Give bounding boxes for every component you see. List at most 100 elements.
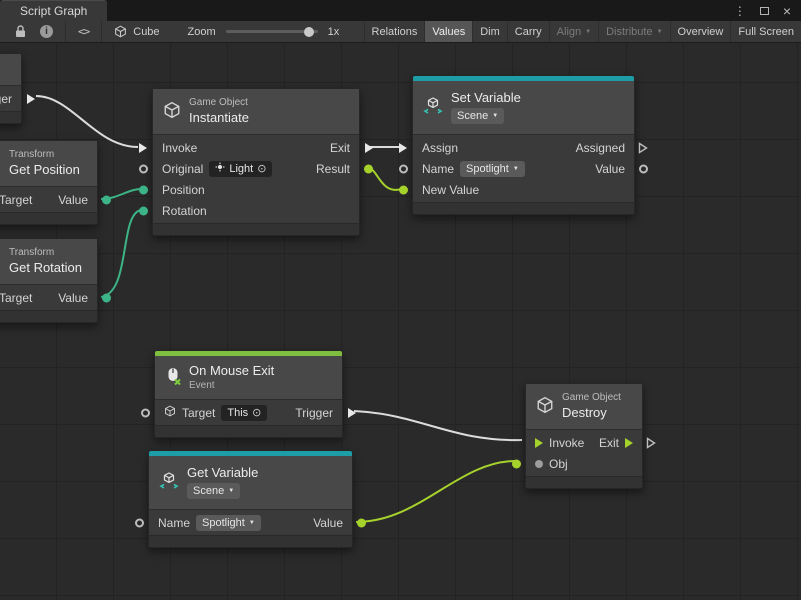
- port-label-position: Position: [162, 183, 205, 197]
- port-label-assigned: Assigned: [576, 141, 625, 155]
- invoke-input-port[interactable]: [139, 143, 147, 153]
- position-input-port[interactable]: [139, 185, 148, 194]
- node-title: On Mouse Exit: [189, 364, 274, 378]
- port-label-result: Result: [316, 162, 350, 176]
- node-instantiate[interactable]: Game Object Instantiate Invoke Exit Orig…: [152, 88, 360, 236]
- exit-output-port[interactable]: [646, 437, 656, 449]
- target-input-port[interactable]: [141, 408, 150, 417]
- node-title: Get Position: [9, 163, 80, 177]
- rotation-input-port[interactable]: [139, 206, 148, 215]
- node-set-variable[interactable]: Set Variable Scene ▼ Assign Assigned: [412, 75, 635, 215]
- value-output-port[interactable]: [102, 195, 111, 204]
- port-label-value: Value: [58, 193, 88, 207]
- value-output-port[interactable]: [639, 164, 648, 173]
- flow-output-port[interactable]: [27, 94, 35, 104]
- align-dropdown[interactable]: Align ▼: [549, 21, 598, 42]
- values-button[interactable]: Values: [424, 21, 472, 42]
- variable-icon: [159, 472, 179, 493]
- info-icon[interactable]: i: [33, 21, 60, 42]
- object-picker-icon[interactable]: ⊙: [252, 406, 261, 420]
- node-get-position[interactable]: Transform Get Position Target Value: [0, 140, 98, 225]
- assigned-output-port[interactable]: [638, 142, 648, 154]
- node-on-mouse-exit[interactable]: On Mouse Exit Event Target This ⊙ Trigge…: [154, 350, 343, 438]
- chevron-down-icon: ▼: [657, 29, 663, 35]
- node-header: Transform Get Rotation: [0, 239, 97, 285]
- port-label-target: Target: [182, 406, 215, 420]
- tab-script-graph[interactable]: Script Graph: [0, 0, 107, 21]
- window-controls: ⋮ ×: [734, 0, 801, 21]
- exit-output-port[interactable]: [365, 143, 373, 153]
- node-title: Get Rotation: [9, 261, 82, 275]
- new-value-input-port[interactable]: [399, 185, 408, 194]
- wire-result-to-newvalue[interactable]: [368, 168, 402, 190]
- carry-button[interactable]: Carry: [507, 21, 549, 42]
- zoom-slider[interactable]: [226, 30, 318, 33]
- wire-trigger-to-invoke[interactable]: [354, 411, 522, 440]
- node-get-variable[interactable]: Get Variable Scene ▼ Name Spotlight ▼ Va…: [148, 450, 353, 548]
- graph-toolbar: i <> Cube Zoom 1x Relations Values Dim C…: [0, 21, 801, 43]
- node-header: Game Object Instantiate: [153, 89, 359, 135]
- object-picker-icon[interactable]: ⊙: [257, 162, 266, 176]
- zoom-value: 1x: [328, 26, 340, 38]
- variable-scope-dropdown[interactable]: Scene ▼: [187, 483, 240, 499]
- node-category: Game Object: [562, 393, 621, 403]
- exit-inline-port[interactable]: [625, 438, 633, 448]
- chevron-down-icon: ▼: [249, 520, 255, 526]
- distribute-dropdown[interactable]: Distribute ▼: [598, 21, 669, 42]
- chevron-down-icon: ▼: [492, 113, 498, 119]
- node-destroy[interactable]: Game Object Destroy Invoke Exit: [525, 383, 643, 489]
- node-footer: [0, 212, 97, 224]
- variable-scope-dropdown[interactable]: Scene ▼: [451, 108, 504, 124]
- overview-button[interactable]: Overview: [670, 21, 731, 42]
- clipped-node[interactable]: Trigger: [0, 53, 22, 124]
- maximize-icon[interactable]: [760, 7, 769, 15]
- relations-button[interactable]: Relations: [364, 21, 425, 42]
- port-label-invoke: Invoke: [162, 141, 197, 155]
- invoke-input-port[interactable]: [535, 438, 543, 448]
- node-title: Destroy: [562, 406, 621, 420]
- result-output-port[interactable]: [364, 164, 373, 173]
- node-header: Transform Get Position: [0, 141, 97, 187]
- chevron-down-icon: ▼: [228, 488, 234, 494]
- port-label-trigger: Trigger: [0, 92, 12, 106]
- toolbar-separator: [65, 21, 66, 42]
- node-header: [0, 54, 21, 86]
- obj-wire-endpoint[interactable]: [512, 459, 521, 468]
- node-header: On Mouse Exit Event: [155, 356, 342, 400]
- cube-icon: [164, 405, 176, 420]
- wire-rotation-value[interactable]: [101, 210, 141, 297]
- port-label-target: Target: [0, 193, 32, 207]
- graph-canvas[interactable]: Trigger Transform Get Position Target Va…: [0, 43, 801, 600]
- node-get-rotation[interactable]: Transform Get Rotation Target Value: [0, 238, 98, 323]
- trigger-output-port[interactable]: [348, 408, 356, 418]
- original-input-port[interactable]: [139, 164, 148, 173]
- port-label-exit: Exit: [599, 436, 619, 450]
- variable-name-dropdown[interactable]: Spotlight ▼: [460, 161, 525, 177]
- port-label-original: Original: [162, 162, 203, 176]
- value-output-port[interactable]: [357, 518, 366, 527]
- dim-button[interactable]: Dim: [472, 21, 507, 42]
- value-output-port[interactable]: [102, 293, 111, 302]
- node-title: Get Variable: [187, 466, 258, 480]
- kebab-menu-icon[interactable]: ⋮: [734, 4, 746, 18]
- wire-variable-to-obj[interactable]: [356, 461, 516, 522]
- node-footer: [153, 223, 359, 235]
- fullscreen-button[interactable]: Full Screen: [730, 21, 801, 42]
- zoom-slider-knob[interactable]: [304, 27, 314, 37]
- close-icon[interactable]: ×: [783, 3, 791, 19]
- obj-input-port[interactable]: [535, 460, 543, 468]
- code-view-icon[interactable]: <>: [71, 21, 96, 42]
- node-footer: [155, 425, 342, 437]
- port-label-obj: Obj: [549, 457, 568, 471]
- target-object-field[interactable]: This ⊙: [221, 405, 267, 421]
- assign-input-port[interactable]: [399, 143, 407, 153]
- name-input-port[interactable]: [135, 518, 144, 527]
- wires-layer: [0, 43, 801, 600]
- variable-name-dropdown[interactable]: Spotlight ▼: [196, 515, 261, 531]
- port-label-name: Name: [158, 516, 190, 530]
- name-input-port[interactable]: [399, 164, 408, 173]
- original-object-field[interactable]: Light ⊙: [209, 161, 272, 177]
- context-object-label[interactable]: Cube: [133, 26, 159, 38]
- lock-icon[interactable]: [8, 21, 33, 42]
- node-category: Transform: [9, 248, 82, 258]
